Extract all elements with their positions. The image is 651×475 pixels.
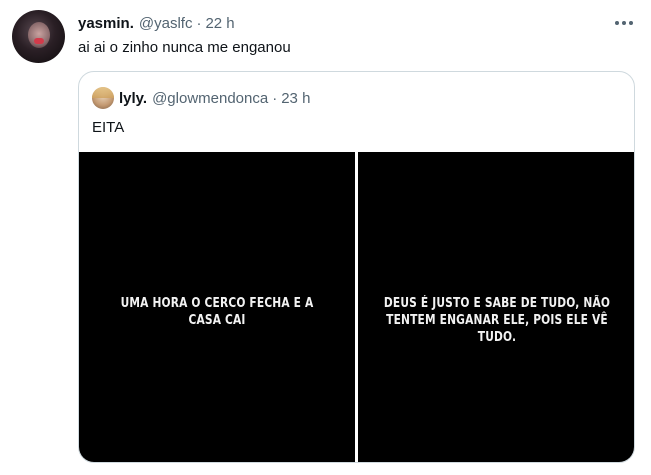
image-caption: UMA HORA O CERCO FECHA E A CASA CAI	[120, 296, 314, 328]
timestamp[interactable]: 22 h	[205, 15, 234, 32]
quoted-tweet-header: lyly. @glowmendonca · 23 h	[119, 87, 310, 109]
quoted-avatar-detail	[92, 87, 114, 98]
display-name[interactable]: yasmin.	[78, 15, 134, 32]
quoted-tweet-text: EITA	[92, 119, 125, 136]
avatar[interactable]	[12, 10, 65, 63]
media-grid: UMA HORA O CERCO FECHA E A CASA CAI DEUS…	[79, 152, 634, 462]
tweet-header: yasmin. @yaslfc · 22 h	[78, 13, 235, 33]
quoted-tweet[interactable]: lyly. @glowmendonca · 23 h EITA UMA HORA…	[78, 71, 635, 463]
tweet[interactable]: yasmin. @yaslfc · 22 h ai ai o zinho nun…	[0, 0, 651, 475]
media-image-1[interactable]: UMA HORA O CERCO FECHA E A CASA CAI	[79, 152, 355, 462]
more-horizontal-icon-dot	[622, 21, 626, 25]
image-caption: DEUS É JUSTO E SABE DE TUDO, NÃO TENTEM …	[383, 295, 611, 345]
more-horizontal-icon	[615, 21, 619, 25]
avatar-face	[28, 22, 50, 48]
more-options-button[interactable]	[612, 13, 636, 33]
quoted-avatar[interactable]	[92, 87, 114, 109]
more-horizontal-icon-dot	[629, 21, 633, 25]
media-image-2[interactable]: DEUS É JUSTO E SABE DE TUDO, NÃO TENTEM …	[358, 152, 634, 462]
tweet-text: ai ai o zinho nunca me enganou	[78, 39, 291, 56]
user-handle[interactable]: @yaslfc	[139, 15, 193, 32]
separator-dot: ·	[196, 14, 202, 32]
quoted-display-name: lyly.	[119, 89, 148, 107]
quoted-user-handle: @glowmendonca	[152, 89, 269, 107]
quoted-timestamp: 23 h	[281, 89, 311, 107]
avatar-detail	[34, 38, 44, 44]
separator-dot: ·	[272, 89, 278, 107]
